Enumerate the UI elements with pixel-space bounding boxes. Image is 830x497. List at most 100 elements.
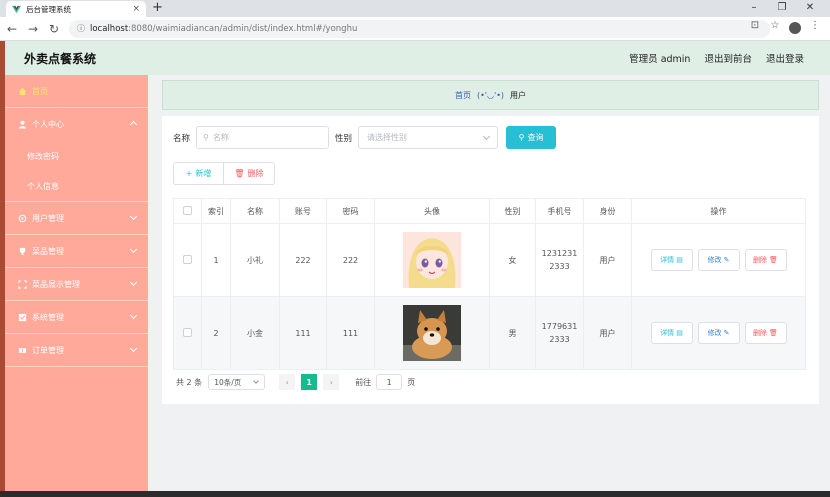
breadcrumb-home-link[interactable]: 首页: [455, 90, 471, 101]
window-close-icon[interactable]: ✕: [796, 0, 824, 16]
column-header: 性别: [489, 198, 536, 224]
reload-icon[interactable]: ↻: [45, 22, 63, 36]
next-page-button[interactable]: ›: [323, 374, 340, 390]
add-button[interactable]: + 新增: [173, 162, 224, 185]
table-row: 2 小金 111 111 男 1779631 2333 用户 详情 ▤ 修改 ✎…: [173, 296, 806, 370]
select-all-checkbox[interactable]: [183, 205, 192, 215]
url-text: localhost:8080/waimiadiancan/admin/dist/…: [90, 24, 357, 34]
breadcrumb-current: 用户: [510, 90, 527, 100]
gender-label: 性别: [335, 133, 353, 144]
maximize-icon[interactable]: ❐: [768, 0, 796, 16]
gender-placeholder: 请选择性别: [367, 133, 408, 142]
forward-icon[interactable]: →: [24, 22, 42, 36]
table-row: 1 小礼 222 222 女 1231231 2333 用户 详情 ▤ 修改 ✎…: [173, 223, 806, 297]
edit-icon: ✎: [723, 256, 730, 264]
chevron-right-icon: ›: [329, 377, 333, 387]
sidebar-item-label: 订单管理: [32, 345, 64, 355]
close-icon[interactable]: ×: [132, 4, 140, 14]
sidebar-item-dish-management[interactable]: 菜品管理: [5, 235, 148, 268]
address-bar: ← → ↻ ⓘ localhost:8080/waimiadiancan/adm…: [0, 17, 830, 41]
browser-actions: ⊡ ☆ ⋮: [748, 20, 822, 37]
page-size-select[interactable]: 10条/页: [208, 374, 266, 390]
name-label: 名称: [173, 133, 191, 144]
sidebar: 首页 个人中心 修改密码 个人信息 用户管理 菜品管理 菜品展示管理 系统管理 …: [5, 75, 148, 497]
edit-button[interactable]: 修改 ✎: [697, 322, 740, 344]
sidebar-item-system-management[interactable]: 系统管理: [5, 301, 148, 334]
sidebar-item-dish-display-management[interactable]: 菜品展示管理: [5, 268, 148, 301]
sidebar-item-user-management[interactable]: 用户管理: [5, 202, 148, 235]
exit-to-front-link[interactable]: 退出到前台: [704, 51, 752, 65]
query-button[interactable]: ⚲ 查询: [506, 126, 557, 149]
edit-button[interactable]: 修改 ✎: [697, 249, 740, 271]
detail-button[interactable]: 详情 ▤: [650, 322, 693, 344]
page-size-value: 10条/页: [214, 377, 242, 387]
back-icon[interactable]: ←: [3, 22, 21, 36]
url-host: localhost: [90, 23, 129, 34]
name-cell: 小礼: [230, 223, 280, 297]
header-links: 管理员 admin 退出到前台 退出登录: [629, 51, 804, 65]
info-icon[interactable]: ⓘ: [77, 23, 85, 34]
avatar-cell: [374, 296, 490, 370]
gender-cell: 男: [489, 296, 536, 370]
query-button-label: 查询: [527, 133, 544, 142]
row-checkbox[interactable]: [183, 254, 192, 264]
minimize-icon[interactable]: –: [740, 0, 768, 16]
edit-icon: ✎: [723, 329, 730, 337]
column-header: 头像: [374, 198, 490, 224]
menu-dots-icon[interactable]: ⋮: [808, 20, 822, 37]
index-cell: 2: [201, 296, 231, 370]
sidebar-item-label: 系统管理: [32, 312, 64, 322]
search-form: 名称 ⚲ 名称 性别 请选择性别 ⚲ 查询: [173, 126, 557, 149]
sidebar-subitem-change-password[interactable]: 修改密码: [5, 141, 148, 171]
logout-link[interactable]: 退出登录: [766, 51, 804, 65]
select-all-cell: [173, 198, 202, 224]
bookmark-star-icon[interactable]: ☆: [768, 20, 782, 37]
app-title: 外卖点餐系统: [24, 51, 97, 66]
prev-page-button[interactable]: ‹: [279, 374, 296, 390]
trash-icon: 🗑: [769, 256, 778, 264]
detail-button[interactable]: 详情 ▤: [650, 249, 693, 271]
chevron-down-icon: [129, 245, 138, 254]
phone-line: 2333: [549, 335, 570, 344]
sidebar-item-order-management[interactable]: 订单管理: [5, 334, 148, 367]
chevron-left-icon: ‹: [285, 377, 289, 387]
column-header: 操作: [631, 198, 806, 224]
avatar-image: [403, 232, 461, 288]
page-number-current[interactable]: 1: [301, 374, 318, 390]
goto-label: 前往: [355, 377, 372, 387]
new-tab-icon[interactable]: +: [152, 0, 163, 16]
sidebar-item-label: 个人中心: [32, 120, 64, 129]
browser-tab[interactable]: 后台管理系统 ×: [6, 1, 146, 17]
avatar-cell: [374, 223, 490, 297]
batch-delete-button[interactable]: 🗑 删除: [224, 162, 275, 185]
phone-cell: 1231231 2333: [535, 223, 584, 297]
add-button-label: 新增: [195, 169, 212, 178]
document-icon: ▤: [676, 329, 683, 337]
delete-button[interactable]: 删除 🗑: [744, 322, 787, 344]
row-select-cell: [173, 223, 202, 297]
user-icon: [18, 120, 27, 129]
home-icon: [18, 87, 27, 95]
row-actions: 详情 ▤ 修改 ✎ 删除 🗑: [632, 249, 805, 271]
column-header: 手机号: [535, 198, 584, 224]
url-field[interactable]: ⓘ localhost:8080/waimiadiancan/admin/dis…: [69, 19, 770, 38]
gender-cell: 女: [489, 223, 536, 297]
checkbox-icon: [18, 313, 27, 321]
translate-icon[interactable]: ⊡: [748, 20, 762, 37]
delete-label: 删除: [753, 329, 768, 337]
delete-button[interactable]: 删除 🗑: [744, 249, 787, 271]
breadcrumb-separator: (•'◡'•): [476, 90, 505, 100]
sidebar-item-home[interactable]: 首页: [5, 75, 148, 108]
profile-icon[interactable]: [788, 20, 802, 37]
role-cell: 用户: [583, 296, 632, 370]
chevron-down-icon: [129, 344, 138, 353]
gender-select[interactable]: 请选择性别: [358, 126, 499, 149]
column-header: 名称: [230, 198, 280, 224]
goto-unit: 页: [407, 377, 416, 387]
sidebar-subitem-personal-info[interactable]: 个人信息: [5, 171, 148, 201]
row-checkbox[interactable]: [183, 327, 192, 337]
goto-page-input[interactable]: 1: [376, 374, 403, 390]
sidebar-item-personal[interactable]: 个人中心: [5, 108, 148, 141]
name-search-input[interactable]: ⚲ 名称: [196, 126, 330, 149]
delete-label: 删除: [753, 256, 768, 264]
